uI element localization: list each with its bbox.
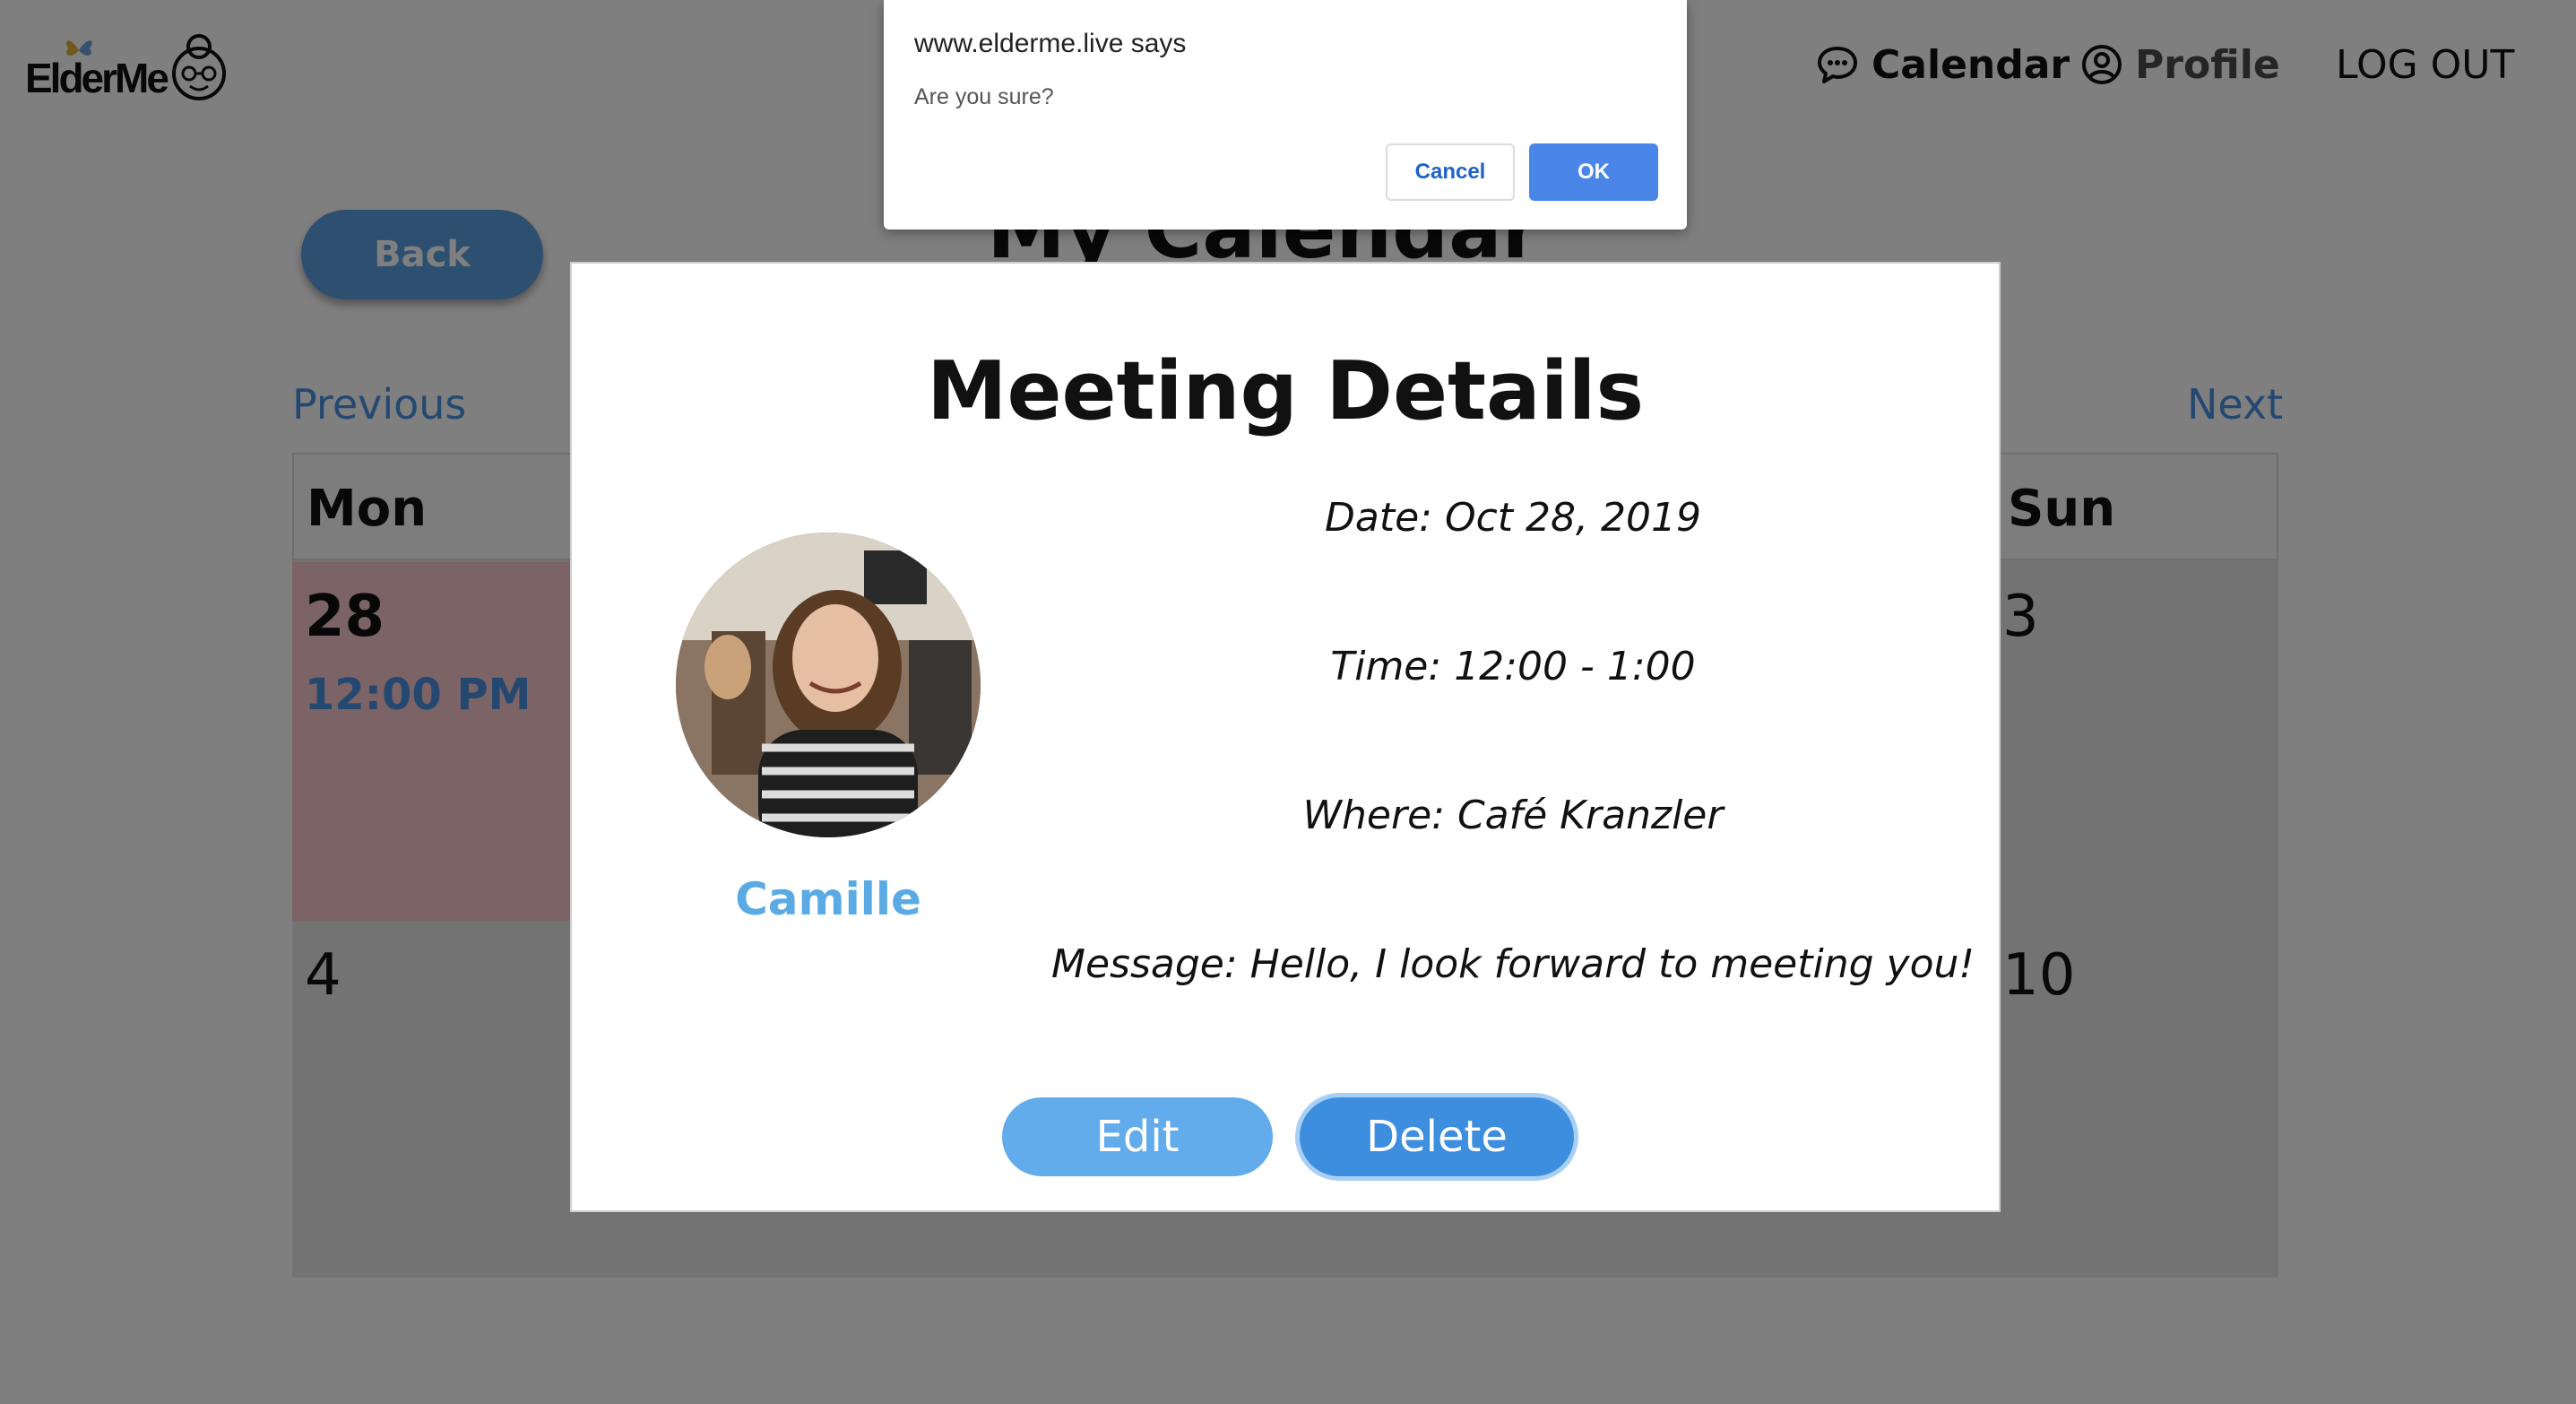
meeting-details-modal: Meeting Details Camille Date: Oct 28, 20… [570,262,2001,1212]
avatar [676,533,981,837]
meeting-time: Time: 12:00 - 1:00 [1330,644,1696,689]
confirm-dialog-message: Are you sure? [914,84,1054,109]
meeting-message: Message: Hello, I look forward to meetin… [1050,941,1975,987]
delete-button[interactable]: Delete [1300,1097,1574,1176]
profile-photo [676,533,981,837]
cancel-button[interactable]: Cancel [1386,143,1515,201]
edit-button[interactable]: Edit [1002,1097,1273,1176]
meeting-date: Date: Oct 28, 2019 [1325,495,1701,541]
modal-title: Meeting Details [926,344,1645,438]
ok-button[interactable]: OK [1529,143,1658,201]
confirm-dialog-title: www.elderme.live says [914,29,1187,58]
meeting-location: Where: Café Kranzler [1302,793,1724,838]
confirm-dialog: www.elderme.live says Are you sure? Canc… [884,0,1687,230]
person-name-link[interactable]: Camille [676,873,981,925]
